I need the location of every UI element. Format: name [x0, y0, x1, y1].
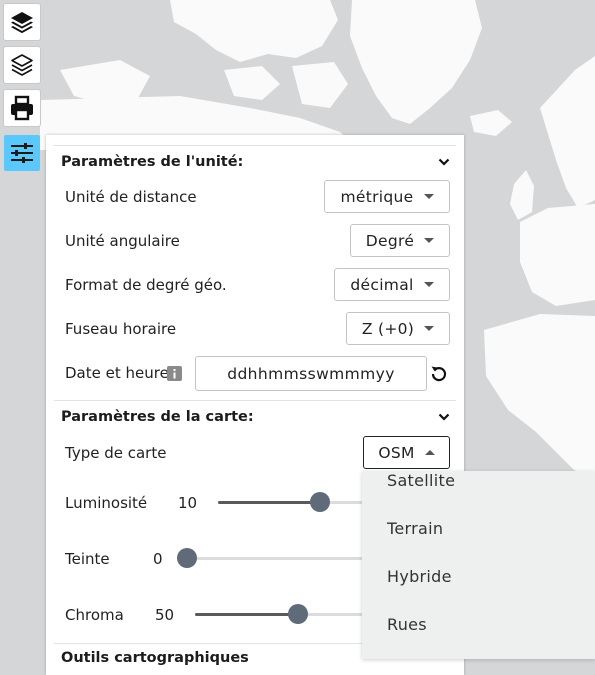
print-button[interactable] [4, 90, 40, 126]
brightness-label: Luminosité [65, 494, 148, 512]
reset-icon[interactable] [430, 364, 448, 382]
timezone-label: Fuseau horaire [65, 320, 177, 338]
map-type-value: OSM [378, 443, 415, 462]
map-settings-chevron-down-icon[interactable] [438, 412, 450, 422]
layers-outline-icon [11, 54, 33, 76]
caret-down-icon [424, 326, 435, 331]
distance-unit-label: Unité de distance [65, 188, 197, 206]
map-tools-title: Outils cartographiques [61, 650, 249, 666]
geo-format-label: Format de degré géo. [65, 276, 227, 294]
menu-item-terrain[interactable]: Terrain [387, 519, 443, 538]
map-type-select[interactable]: OSM [363, 436, 450, 469]
map-settings-title: Paramètres de la carte: [61, 409, 254, 425]
datetime-label: Date et heure [65, 364, 169, 382]
geo-format-select[interactable]: décimal [334, 268, 450, 301]
overlay-layers-button[interactable] [4, 47, 40, 83]
brightness-value: 10 [178, 494, 198, 512]
settings-sliders-icon [11, 143, 33, 163]
datetime-format-value: ddhhmmsswmmmyy [227, 364, 395, 383]
menu-item-hybrid[interactable]: Hybride [387, 567, 452, 586]
print-icon [11, 95, 33, 121]
layers-filled-icon [11, 12, 33, 34]
angular-unit-label: Unité angulaire [65, 232, 180, 250]
unit-settings-chevron-down-icon[interactable] [438, 157, 450, 167]
divider [54, 400, 456, 401]
info-icon[interactable] [167, 366, 182, 381]
map-type-menu: Satellite Terrain Hybride Rues [362, 471, 595, 659]
timezone-select[interactable]: Z (+0) [346, 312, 450, 345]
chroma-slider-thumb[interactable] [287, 604, 308, 624]
caret-up-icon [424, 450, 435, 455]
map-type-label: Type de carte [65, 444, 167, 462]
chroma-label: Chroma [65, 606, 124, 624]
geo-format-value: décimal [350, 275, 414, 294]
distance-unit-select[interactable]: métrique [324, 180, 450, 213]
angular-unit-select[interactable]: Degré [350, 224, 450, 257]
hue-value: 0 [153, 550, 163, 568]
angular-unit-value: Degré [365, 231, 415, 250]
datetime-format-input[interactable]: ddhhmmsswmmmyy [195, 356, 427, 391]
unit-settings-title: Paramètres de l'unité: [61, 154, 244, 170]
distance-unit-value: métrique [340, 187, 414, 206]
layers-button[interactable] [4, 4, 40, 40]
divider [54, 145, 456, 146]
settings-button[interactable] [4, 135, 40, 171]
caret-down-icon [423, 194, 434, 199]
chroma-slider-fill [195, 613, 298, 616]
hue-label: Teinte [65, 550, 110, 568]
chroma-value: 50 [155, 606, 175, 624]
caret-down-icon [423, 282, 434, 287]
brightness-slider-fill [218, 501, 321, 504]
timezone-value: Z (+0) [361, 319, 415, 338]
brightness-slider-thumb[interactable] [310, 492, 331, 512]
menu-item-streets[interactable]: Rues [387, 615, 427, 634]
caret-down-icon [424, 238, 435, 243]
hue-slider-thumb[interactable] [177, 548, 197, 568]
menu-item-satellite[interactable]: Satellite [387, 471, 455, 490]
